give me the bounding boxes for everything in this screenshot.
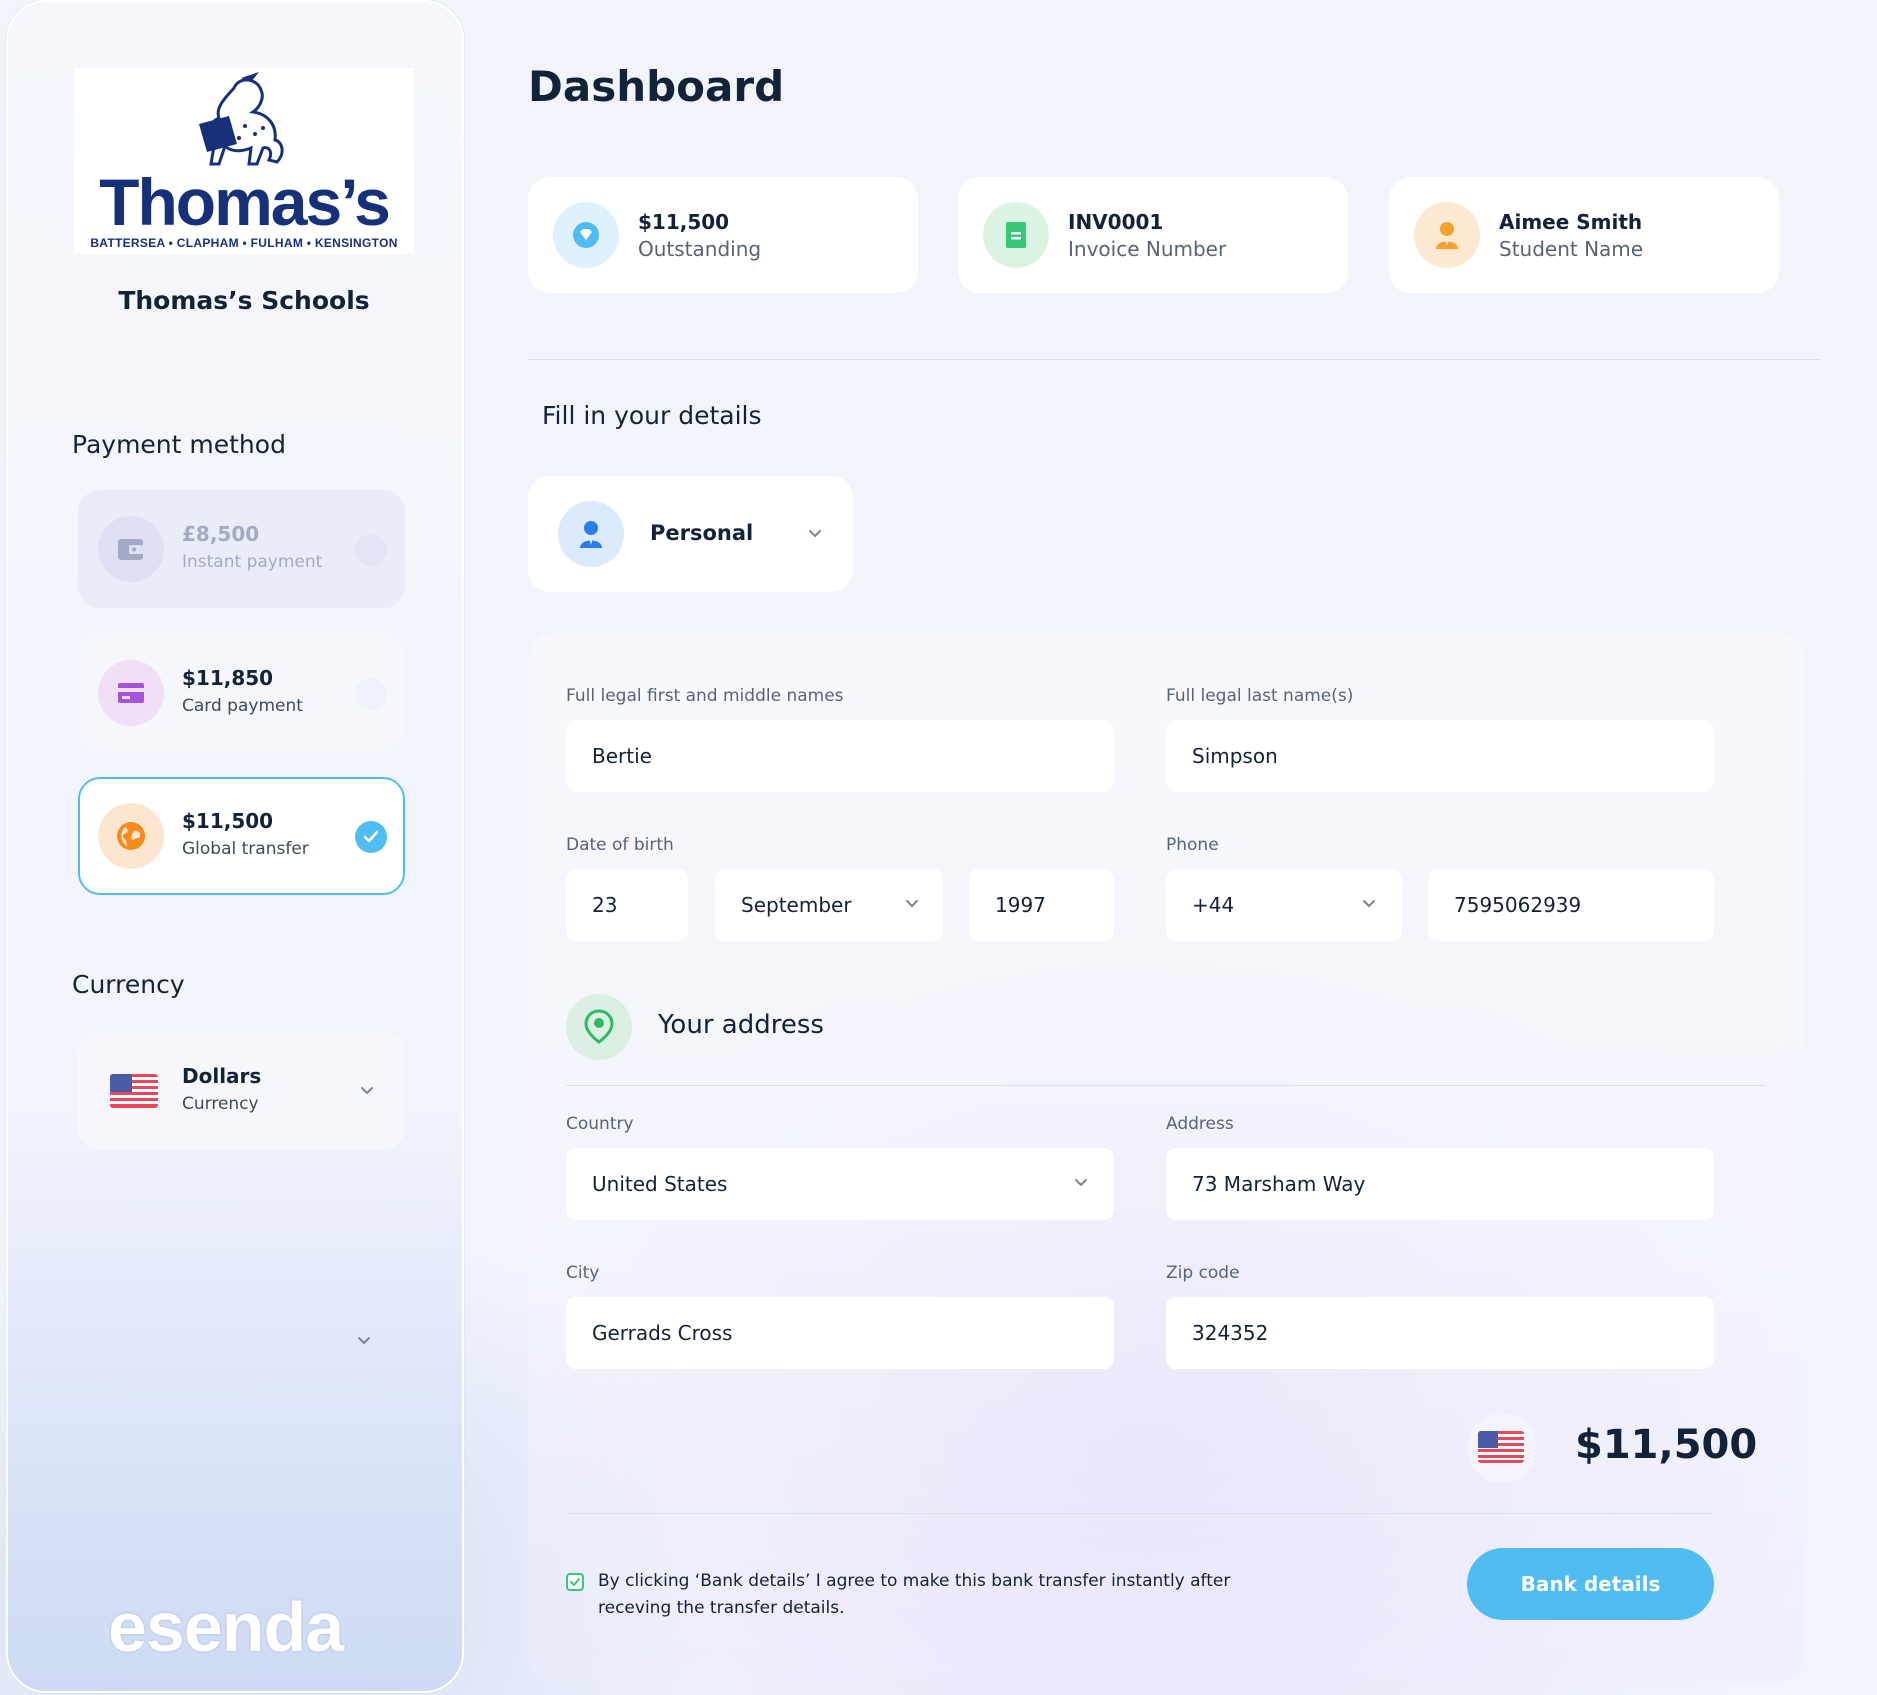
payment-label: Instant payment — [182, 552, 323, 572]
dob-month-select[interactable]: September — [715, 869, 943, 941]
currency-label: Currency — [182, 1094, 259, 1114]
stat-student: Aimee Smith Student Name — [1389, 177, 1779, 293]
person-icon — [558, 501, 624, 567]
school-logo: Thomas’s BATTERSEA • CLAPHAM • FULHAM • … — [74, 68, 414, 254]
address-title: Your address — [658, 1010, 824, 1040]
city-label: City — [566, 1263, 600, 1283]
zip-label: Zip code — [1166, 1263, 1240, 1283]
payment-radio[interactable] — [355, 534, 387, 566]
chevron-down-icon — [361, 1087, 373, 1095]
currency-value: Dollars — [182, 1064, 262, 1088]
chevron-down-icon — [906, 900, 918, 908]
sidebar: Thomas’s BATTERSEA • CLAPHAM • FULHAM • … — [6, 0, 464, 1693]
stat-value: $11,500 — [638, 210, 730, 234]
phone-code-select[interactable]: +44 — [1166, 869, 1402, 941]
address-label: Address — [1166, 1114, 1234, 1134]
payment-amount: $11,850 — [182, 666, 274, 690]
esenda-logo: esenda — [108, 1588, 344, 1666]
payment-amount: £8,500 — [182, 522, 260, 546]
account-type-select[interactable]: Personal — [528, 476, 853, 592]
last-name-field[interactable]: Simpson — [1166, 720, 1714, 792]
currency-title: Currency — [72, 970, 185, 999]
city-field[interactable]: Gerrads Cross — [566, 1297, 1114, 1369]
us-flag-icon — [1478, 1431, 1524, 1463]
stat-label: Invoice Number — [1068, 237, 1227, 261]
globe-icon — [98, 803, 164, 869]
payment-radio[interactable] — [355, 678, 387, 710]
chevron-down-icon — [1075, 1179, 1087, 1187]
payment-option-card[interactable]: $11,850 Card payment — [78, 634, 405, 752]
payment-option-global-transfer[interactable]: $11,500 Global transfer — [78, 777, 405, 895]
diamond-icon — [553, 202, 619, 268]
field-value: +44 — [1192, 893, 1235, 917]
total-currency-badge — [1467, 1413, 1537, 1483]
field-value: 7595062939 — [1454, 893, 1582, 917]
document-icon — [983, 202, 1049, 268]
field-value: Simpson — [1192, 744, 1278, 768]
stat-invoice: INV0001 Invoice Number — [958, 177, 1348, 293]
fill-details-title: Fill in your details — [542, 401, 762, 430]
page-title: Dashboard — [528, 62, 785, 111]
stat-label: Student Name — [1499, 237, 1644, 261]
field-value: 73 Marsham Way — [1192, 1172, 1366, 1196]
country-label: Country — [566, 1114, 634, 1134]
total-amount: $11,500 — [1575, 1422, 1758, 1468]
bank-details-button[interactable]: Bank details — [1467, 1548, 1714, 1620]
payment-radio-checked[interactable] — [355, 821, 387, 853]
agreement-checkbox[interactable] — [566, 1573, 584, 1591]
payment-option-instant[interactable]: £8,500 Instant payment — [78, 490, 405, 608]
check-icon — [363, 830, 379, 843]
unicorn-crest-icon — [199, 72, 284, 166]
payment-amount: $11,500 — [182, 809, 274, 833]
logo-tagline: BATTERSEA • CLAPHAM • FULHAM • KENSINGTO… — [90, 236, 398, 250]
wallet-icon — [98, 516, 164, 582]
location-pin-icon — [566, 994, 632, 1060]
stat-outstanding: $11,500 Outstanding — [528, 177, 918, 293]
field-value: September — [741, 893, 852, 917]
last-name-label: Full legal last name(s) — [1166, 686, 1354, 706]
first-names-label: Full legal first and middle names — [566, 686, 844, 706]
user-icon — [1414, 202, 1480, 268]
payment-method-title: Payment method — [72, 430, 286, 459]
field-value: Bertie — [592, 744, 652, 768]
stat-value: Aimee Smith — [1499, 210, 1643, 234]
country-select[interactable]: United States — [566, 1148, 1114, 1220]
logo-wordmark: Thomas’s — [99, 165, 391, 239]
agreement-text: By clicking ‘Bank details’ I agree to ma… — [598, 1571, 1231, 1618]
stat-value: INV0001 — [1068, 210, 1164, 234]
stat-label: Outstanding — [638, 237, 762, 261]
account-type-value: Personal — [650, 521, 754, 545]
dob-year-field[interactable]: 1997 — [969, 869, 1114, 941]
phone-number-field[interactable]: 7595062939 — [1428, 869, 1714, 941]
school-name: Thomas’s Schools — [118, 286, 370, 315]
dob-day-field[interactable]: 23 — [566, 869, 688, 941]
field-value: 1997 — [995, 893, 1046, 917]
field-value: 324352 — [1192, 1321, 1269, 1345]
zip-field[interactable]: 324352 — [1166, 1297, 1714, 1369]
chevron-down-icon — [809, 530, 821, 538]
chevron-down-icon — [1363, 900, 1375, 908]
dob-label: Date of birth — [566, 835, 674, 855]
divider — [566, 1085, 1766, 1086]
us-flag-icon — [110, 1074, 158, 1108]
field-value: Gerrads Cross — [592, 1321, 733, 1345]
check-icon — [570, 1578, 580, 1586]
phone-label: Phone — [1166, 835, 1219, 855]
field-value: 23 — [592, 893, 618, 917]
currency-select[interactable]: Dollars Currency — [78, 1032, 405, 1150]
divider — [528, 359, 1820, 360]
payment-label: Card payment — [182, 696, 303, 716]
payment-label: Global transfer — [182, 839, 309, 859]
chevron-down-icon[interactable] — [357, 1336, 371, 1346]
divider — [566, 1513, 1712, 1514]
address-field[interactable]: 73 Marsham Way — [1166, 1148, 1714, 1220]
card-icon — [98, 660, 164, 726]
field-value: United States — [592, 1172, 728, 1196]
first-names-field[interactable]: Bertie — [566, 720, 1114, 792]
